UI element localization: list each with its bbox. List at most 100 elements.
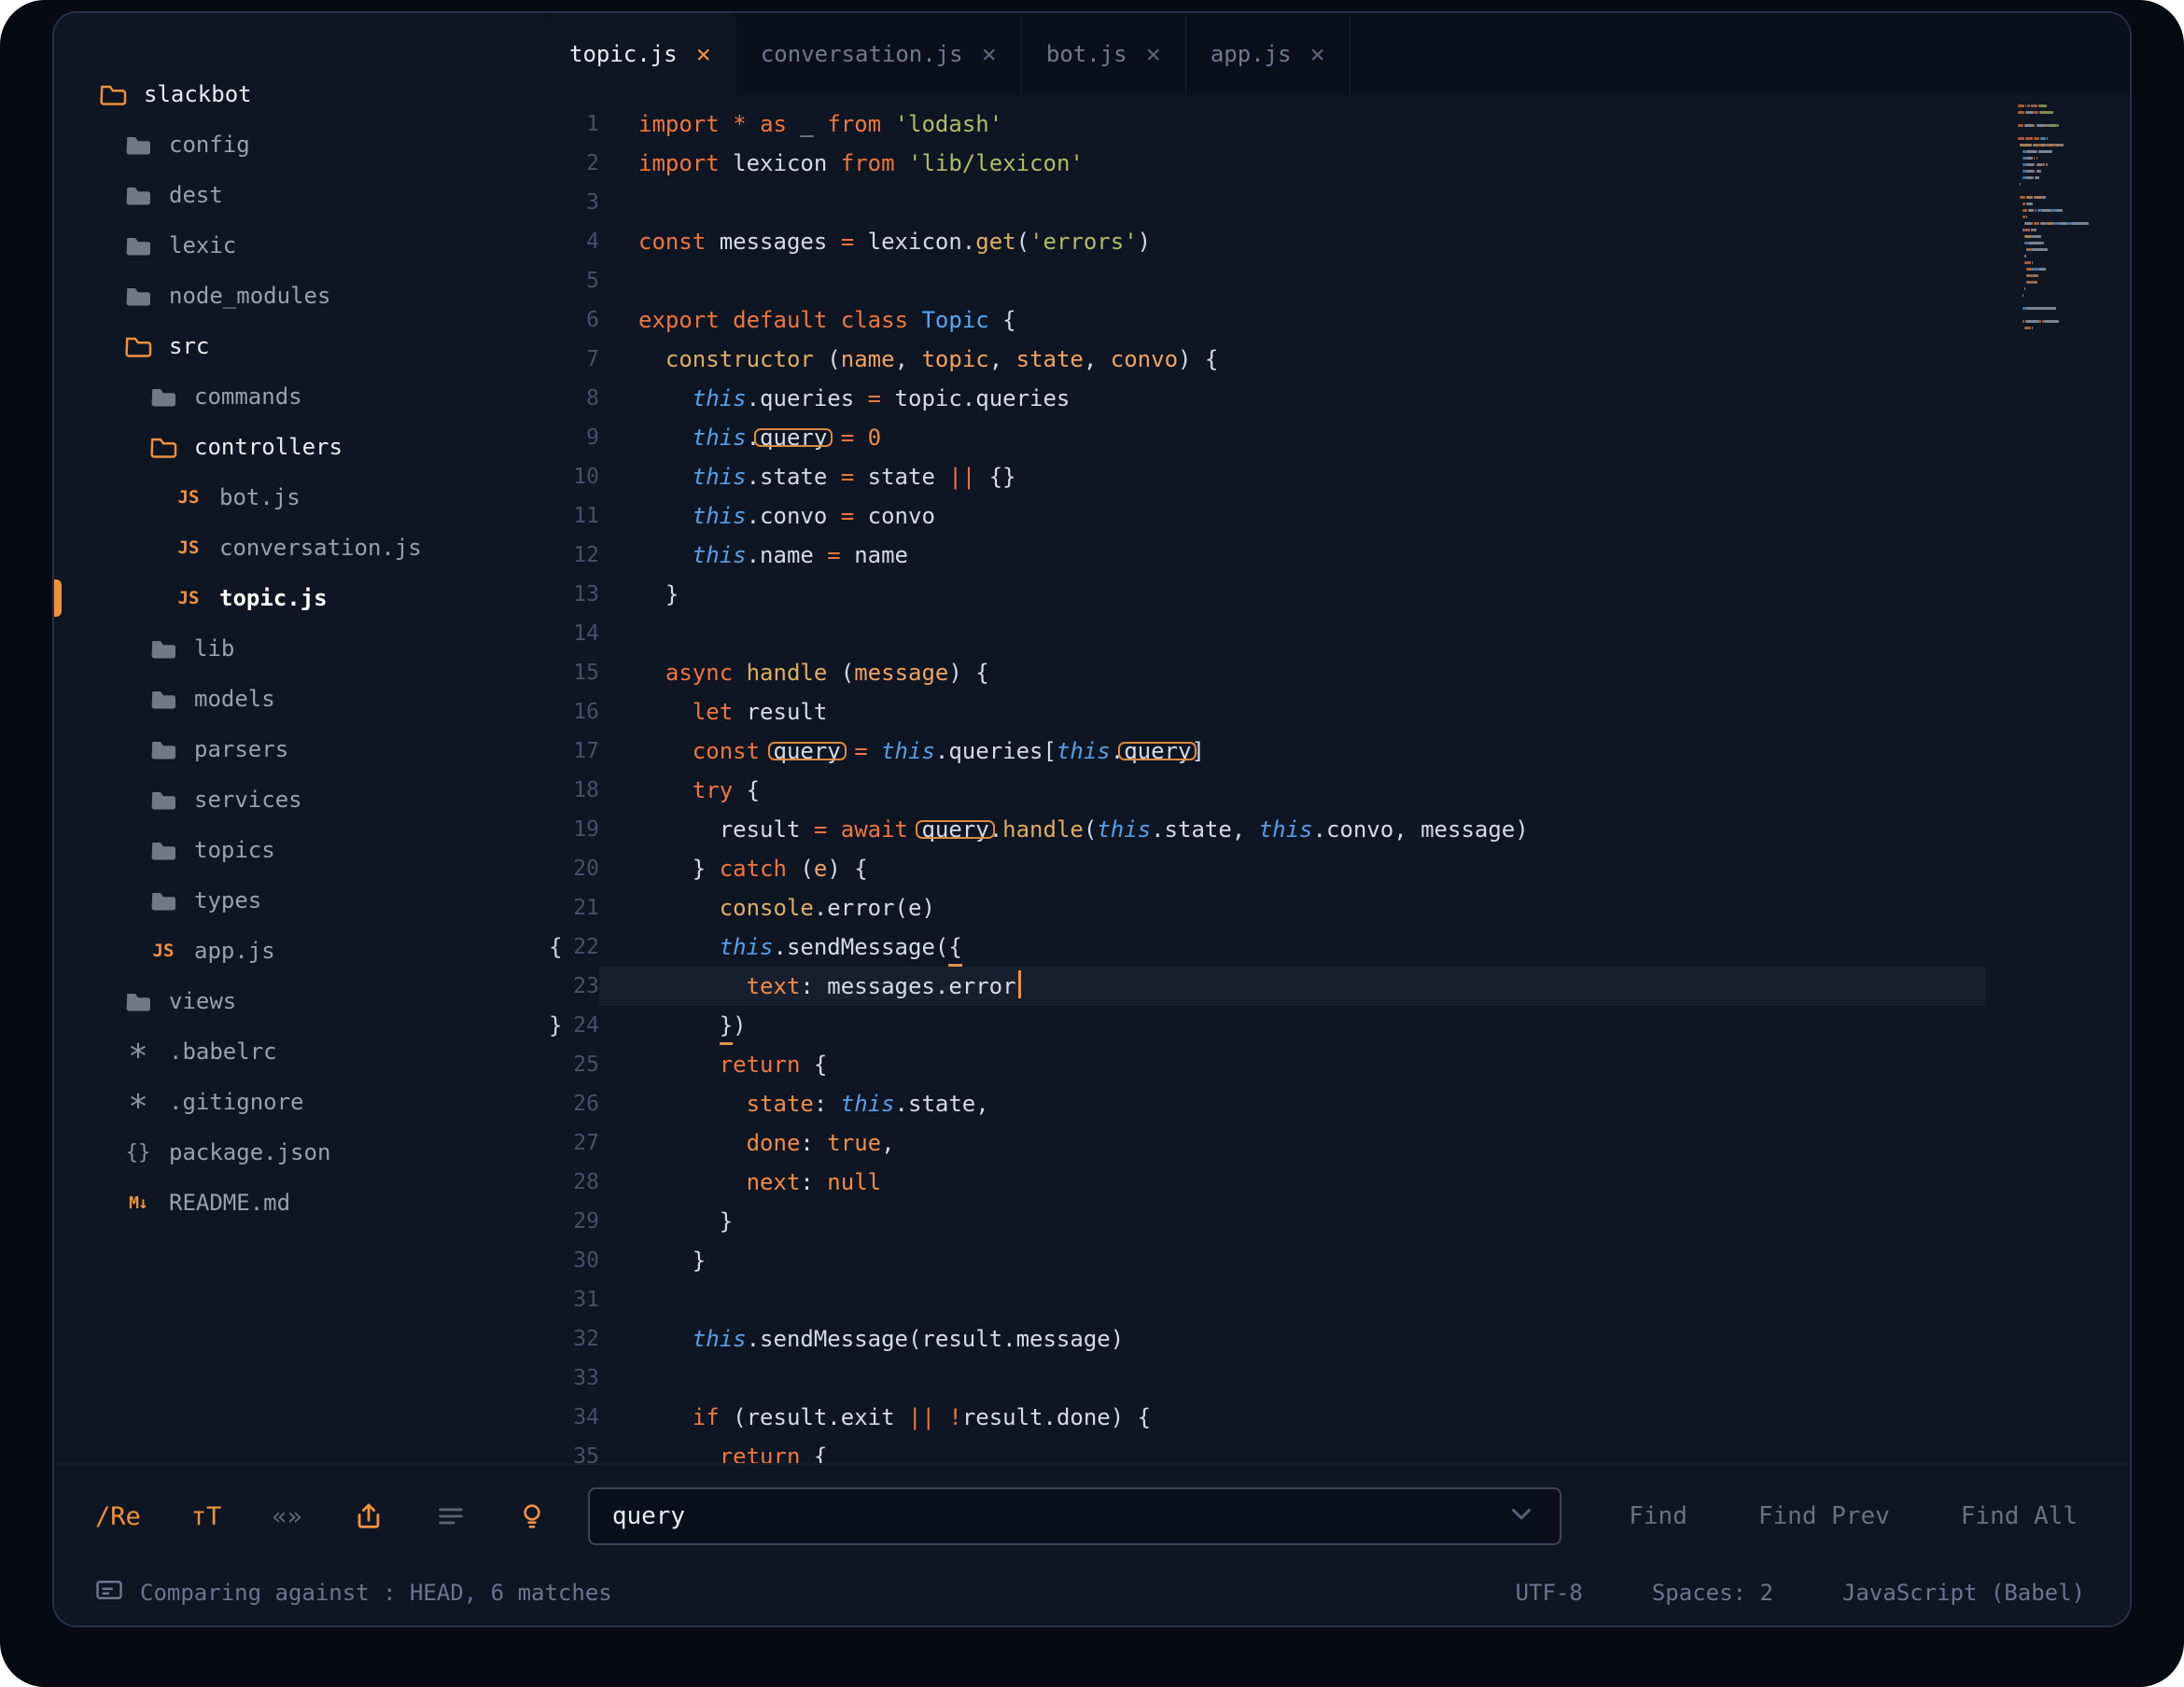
code-text[interactable]: return { [599,1437,2130,1463]
code-line[interactable]: 5 [545,261,2130,300]
code-text[interactable]: this.convo = convo [599,496,2130,536]
code-text[interactable]: return { [599,1045,2130,1084]
sidebar-item-topics[interactable]: topics [54,825,545,875]
sidebar-item-services[interactable]: services [54,774,545,825]
sidebar-item-node-modules[interactable]: node_modules [54,271,545,321]
code-line[interactable]: 3 [545,183,2130,222]
code-text[interactable]: async handle (message) { [599,653,2130,692]
encoding-status[interactable]: UTF-8 [1516,1580,1583,1606]
code-text[interactable] [599,1359,2130,1398]
current-code-line[interactable]: text: messages.error [599,967,2130,1006]
wrap-icon[interactable] [353,1500,385,1532]
code-line[interactable]: 21 console.error(e) [545,888,2130,927]
code-editor[interactable]: 1 import * as _ from 'lodash' 2 import lexi… [545,95,2130,1463]
code-line[interactable]: 23 text: messages.error [545,967,2130,1006]
tab-topic-js[interactable]: topic.js × [545,13,736,95]
sidebar-item-commands[interactable]: commands [54,371,545,422]
sidebar-item-types[interactable]: types [54,875,545,926]
code-line[interactable]: 31 [545,1280,2130,1319]
minimap[interactable] [2018,103,2113,331]
sidebar-item-src[interactable]: src [54,321,545,371]
sidebar-item-models[interactable]: models [54,674,545,724]
code-line[interactable]: } 24 }) [545,1006,2130,1045]
code-line[interactable]: 34 if (result.exit || !result.done) { [545,1398,2130,1437]
sidebar-item-views[interactable]: views [54,976,545,1026]
code-text[interactable]: this.sendMessage(result.message) [599,1319,2130,1359]
code-text[interactable]: import * as _ from 'lodash' [599,105,2130,144]
code-text[interactable] [599,261,2130,300]
code-text[interactable] [599,614,2130,653]
code-line[interactable]: 14 [545,614,2130,653]
code-text[interactable]: let result [599,692,2130,732]
code-text[interactable]: if (result.exit || !result.done) { [599,1398,2130,1437]
code-text[interactable]: } catch (e) { [599,849,2130,888]
code-line[interactable]: 6 export default class Topic { [545,300,2130,340]
sidebar-item-controllers[interactable]: controllers [54,422,545,472]
code-text[interactable]: state: this.state, [599,1084,2130,1123]
code-text[interactable]: import lexicon from 'lib/lexicon' [599,144,2130,183]
code-line[interactable]: 10 this.state = state || {} [545,457,2130,496]
close-icon[interactable]: × [1310,40,1325,69]
regex-icon[interactable]: /Re [95,1502,141,1531]
find-button[interactable]: Find [1629,1502,1687,1530]
sidebar-item-readme-md[interactable]: M↓ README.md [54,1178,545,1228]
close-icon[interactable]: × [696,40,711,69]
find-prev-button[interactable]: Find Prev [1758,1502,1890,1530]
match-case-icon[interactable]: тT [191,1502,222,1531]
code-text[interactable]: export default class Topic { [599,300,2130,340]
code-line[interactable]: 27 done: true, [545,1123,2130,1163]
syntax-status[interactable]: JavaScript (Babel) [1842,1580,2085,1606]
code-line[interactable]: 33 [545,1359,2130,1398]
search-input[interactable]: query [587,1487,1562,1545]
code-text[interactable]: this.name = name [599,536,2130,575]
in-selection-icon[interactable] [435,1500,467,1532]
sidebar-item-package-json[interactable]: {} package.json [54,1127,545,1178]
code-text[interactable]: } [599,1202,2130,1241]
code-text[interactable] [599,183,2130,222]
code-text[interactable]: console.error(e) [599,888,2130,927]
tab-conversation-js[interactable]: conversation.js × [736,13,1022,95]
code-line[interactable]: 29 } [545,1202,2130,1241]
code-text[interactable]: }) [599,1006,2130,1045]
code-line[interactable]: 19 result = await query.handle(this.stat… [545,810,2130,849]
sidebar-item-lib[interactable]: lib [54,623,545,674]
sidebar-item-slackbot[interactable]: slackbot [54,69,545,119]
sidebar-item-conversation-js[interactable]: JS conversation.js [54,523,545,573]
code-line[interactable]: 18 try { [545,771,2130,810]
code-line[interactable]: 4 const messages = lexicon.get('errors') [545,222,2130,261]
code-text[interactable] [599,1280,2130,1319]
code-text[interactable]: result = await query.handle(this.state, … [599,810,2130,849]
code-text[interactable]: this.sendMessage({ [599,927,2130,967]
code-line[interactable]: 15 async handle (message) { [545,653,2130,692]
code-text[interactable]: next: null [599,1163,2130,1202]
code-line[interactable]: 9 this.query = 0 [545,418,2130,457]
code-line[interactable]: 32 this.sendMessage(result.message) [545,1319,2130,1359]
code-text[interactable]: constructor (name, topic, state, convo) … [599,340,2130,379]
code-line[interactable]: 20 } catch (e) { [545,849,2130,888]
code-line[interactable]: 13 } [545,575,2130,614]
sidebar-item-bot-js[interactable]: JS bot.js [54,472,545,523]
highlight-matches-icon[interactable] [517,1499,547,1533]
code-line[interactable]: 2 import lexicon from 'lib/lexicon' [545,144,2130,183]
code-text[interactable]: } [599,575,2130,614]
code-text[interactable]: } [599,1241,2130,1280]
close-icon[interactable]: × [1146,40,1161,69]
code-line[interactable]: 12 this.name = name [545,536,2130,575]
code-text[interactable]: const messages = lexicon.get('errors') [599,222,2130,261]
code-line[interactable]: 26 state: this.state, [545,1084,2130,1123]
code-line[interactable]: {22 this.sendMessage({ [545,927,2130,967]
code-text[interactable]: this.queries = topic.queries [599,379,2130,418]
find-all-button[interactable]: Find All [1961,1502,2078,1530]
code-line[interactable]: 16 let result [545,692,2130,732]
code-text[interactable]: try { [599,771,2130,810]
sidebar-item--babelrc[interactable]: * .babelrc [54,1026,545,1077]
code-line[interactable]: 1 import * as _ from 'lodash' [545,105,2130,144]
tab-app-js[interactable]: app.js × [1186,13,1351,95]
indentation-status[interactable]: Spaces: 2 [1652,1580,1773,1606]
code-line[interactable]: 30 } [545,1241,2130,1280]
tab-bot-js[interactable]: bot.js × [1022,13,1186,95]
sidebar-item-config[interactable]: config [54,119,545,170]
code-line[interactable]: 7 constructor (name, topic, state, convo… [545,340,2130,379]
sidebar-item-dest[interactable]: dest [54,170,545,220]
sidebar-item-app-js[interactable]: JS app.js [54,926,545,976]
